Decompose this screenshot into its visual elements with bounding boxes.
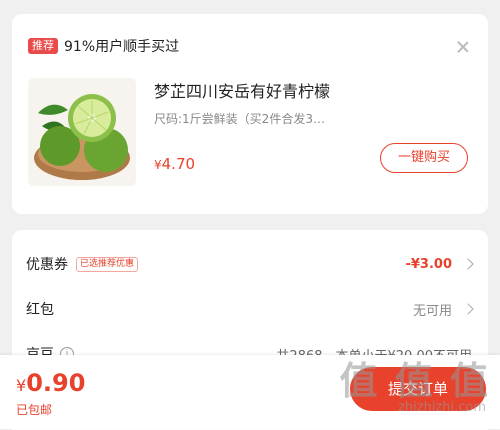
- product-name[interactable]: 梦芷四川安岳有好青柠檬: [154, 78, 330, 102]
- watermark-logo: 值 值 值: [339, 359, 490, 403]
- shipping-label: 已包邮: [16, 403, 53, 417]
- recommend-card: 推荐 91%用户顺手买过 梦芷四川安岳有好青柠檬 尺码:1斤尝鲜装（买2件合发3…: [12, 14, 488, 214]
- product-price: ¥4.70: [154, 154, 195, 173]
- recommend-text: 91%用户顺手买过: [64, 39, 180, 55]
- lemon-product-image: [34, 94, 130, 180]
- recommend-header: 推荐 91%用户顺手买过: [28, 36, 179, 56]
- close-icon[interactable]: [456, 40, 470, 54]
- redpacket-label: 红包: [26, 302, 54, 318]
- redpacket-row[interactable]: 红包 无可用: [26, 297, 474, 321]
- product-price-value: 4.70: [161, 155, 196, 173]
- total-value: 0.90: [26, 369, 86, 397]
- coupon-label: 优惠券: [26, 257, 68, 273]
- one-click-buy-button[interactable]: 一键购买: [380, 143, 468, 173]
- coupon-value-group: -¥3.00: [405, 256, 474, 272]
- coupon-value: -¥3.00: [405, 256, 452, 272]
- coupon-tag: 已选推荐优惠: [76, 256, 139, 272]
- redpacket-value-group: 无可用: [412, 300, 474, 319]
- chevron-right-icon: [462, 258, 474, 270]
- watermark-url: zhizhizhi.com: [398, 400, 486, 415]
- chevron-right-icon: [462, 303, 474, 315]
- product-spec: 尺码:1斤尝鲜装（买2件合发3…: [154, 112, 325, 126]
- coupon-row[interactable]: 优惠券 已选推荐优惠 -¥3.00: [26, 252, 474, 276]
- total-currency: ¥: [16, 376, 27, 395]
- product-image[interactable]: [28, 78, 136, 186]
- product-price-currency: ¥: [154, 158, 162, 172]
- redpacket-value: 无可用: [412, 303, 452, 319]
- total-price: ¥0.90: [16, 369, 85, 397]
- recommend-tag: 推荐: [28, 38, 58, 54]
